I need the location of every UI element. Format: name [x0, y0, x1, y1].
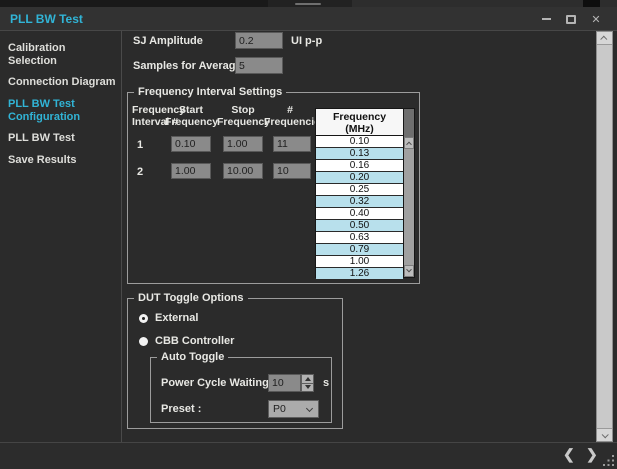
chevron-up-icon — [600, 35, 607, 42]
close-icon: ✕ — [591, 13, 600, 26]
sidebar-item-save-results[interactable]: Save Results — [0, 150, 121, 171]
window-top-edge — [0, 0, 617, 7]
interval-2-start-input[interactable] — [171, 163, 211, 179]
frequency-table-row[interactable]: 0.10 — [316, 136, 403, 148]
minimize-icon — [542, 18, 551, 20]
close-button[interactable]: ✕ — [587, 11, 605, 27]
dut-toggle-options-group: DUT Toggle Options External CBB Controll… — [127, 298, 343, 429]
vertical-scrollbar[interactable] — [596, 31, 613, 442]
frequency-table-row[interactable]: 1.26 — [316, 268, 403, 279]
next-page-button[interactable]: ❯ — [586, 446, 598, 463]
bottom-bar: ❮ ❯ — [0, 442, 617, 469]
power-cycle-waiting-input[interactable] — [268, 374, 301, 392]
column-header-start-frequency: StartFrequency — [165, 104, 217, 128]
power-cycle-waiting-unit: s — [323, 377, 329, 389]
power-cycle-waiting-spinner — [268, 374, 314, 392]
previous-page-button[interactable]: ❮ — [563, 446, 575, 463]
interval-2-count-input[interactable] — [273, 163, 311, 179]
minimize-button[interactable] — [537, 11, 555, 27]
radio-external[interactable]: External — [139, 312, 198, 324]
sidebar: Calibration Selection Connection Diagram… — [0, 31, 122, 442]
drag-handle-icon — [295, 3, 321, 5]
maximize-icon — [566, 15, 576, 24]
frequency-table-row[interactable]: 0.63 — [316, 232, 403, 244]
radio-selected-icon — [139, 314, 148, 323]
sj-amplitude-input[interactable] — [235, 32, 283, 49]
frequency-table-scrollbar-gap — [404, 109, 414, 137]
column-header-stop-frequency: StopFrequency — [217, 104, 269, 128]
radio-external-label: External — [155, 312, 198, 324]
preset-label: Preset : — [161, 403, 201, 415]
sj-amplitude-label: SJ Amplitude — [133, 35, 203, 47]
dropdown-chevron-icon — [306, 405, 313, 412]
frequency-interval-settings-group: Frequency Interval Settings FrequencyInt… — [127, 92, 420, 284]
frequency-table-row[interactable]: 0.32 — [316, 196, 403, 208]
window-edge-notch — [583, 0, 600, 7]
frequency-table-header: Frequency(MHz) — [316, 109, 403, 136]
interval-1-count-input[interactable] — [273, 136, 311, 152]
spinner-down-button[interactable] — [301, 384, 314, 393]
radio-cbb-controller-label: CBB Controller — [155, 335, 234, 347]
frequency-table-row[interactable]: 0.25 — [316, 184, 403, 196]
sj-amplitude-unit: UI p-p — [291, 35, 322, 47]
drag-handle[interactable] — [268, 0, 352, 7]
sidebar-item-calibration-selection[interactable]: Calibration Selection — [0, 38, 121, 72]
interval-2-number: 2 — [137, 166, 143, 178]
frequency-table: Frequency(MHz) 0.10 0.13 0.16 0.20 0.25 … — [315, 108, 415, 278]
titlebar: PLL BW Test ✕ — [0, 7, 617, 31]
preset-dropdown-value: P0 — [273, 403, 286, 415]
auto-toggle-group: Auto Toggle Power Cycle Waiting : s Pres… — [150, 357, 332, 423]
chevron-up-icon — [406, 142, 412, 148]
spinner-up-button[interactable] — [301, 374, 314, 384]
radio-cbb-controller[interactable]: CBB Controller — [139, 335, 234, 347]
triangle-up-icon — [305, 377, 311, 381]
maximize-button[interactable] — [562, 11, 580, 27]
interval-2-stop-input[interactable] — [223, 163, 263, 179]
frequency-table-row[interactable]: 0.79 — [316, 244, 403, 256]
chevron-down-icon — [602, 431, 609, 438]
scroll-up-button[interactable] — [597, 32, 612, 45]
interval-1-stop-input[interactable] — [223, 136, 263, 152]
power-cycle-waiting-label: Power Cycle Waiting : — [161, 377, 276, 389]
frequency-table-row[interactable]: 0.50 — [316, 220, 403, 232]
sidebar-item-pll-bw-test[interactable]: PLL BW Test — [0, 128, 121, 149]
frequency-table-scrollbar[interactable] — [403, 109, 414, 277]
sidebar-item-connection-diagram[interactable]: Connection Diagram — [0, 72, 121, 93]
resize-grip[interactable] — [602, 454, 615, 467]
frequency-table-scroll-track[interactable] — [404, 149, 414, 265]
frequency-table-row[interactable]: 0.13 — [316, 148, 403, 160]
interval-1-start-input[interactable] — [171, 136, 211, 152]
triangle-down-icon — [305, 385, 311, 389]
window-title: PLL BW Test — [10, 12, 83, 26]
column-header-num-frequencies: #Frequencies — [264, 104, 316, 128]
window-top-edge-dark — [0, 0, 268, 7]
resize-grip-icon — [603, 464, 605, 466]
scrollbar-thumb[interactable] — [597, 45, 612, 428]
samples-for-averaging-input[interactable] — [235, 57, 283, 74]
scroll-down-button[interactable] — [597, 428, 612, 441]
dut-toggle-options-title: DUT Toggle Options — [134, 292, 248, 304]
frequency-table-scroll-down-button[interactable] — [404, 265, 414, 277]
frequency-interval-settings-title: Frequency Interval Settings — [134, 86, 286, 98]
frequency-table-scroll-up-button[interactable] — [404, 137, 414, 149]
frequency-table-row[interactable]: 0.40 — [316, 208, 403, 220]
chevron-down-icon — [406, 267, 412, 273]
preset-dropdown[interactable]: P0 — [268, 400, 319, 418]
sidebar-item-pll-bw-test-configuration[interactable]: PLL BW Test Configuration — [0, 94, 121, 128]
auto-toggle-title: Auto Toggle — [157, 351, 228, 363]
frequency-table-row[interactable]: 0.20 — [316, 172, 403, 184]
frequency-table-rows: 0.10 0.13 0.16 0.20 0.25 0.32 0.40 0.50 … — [316, 136, 403, 279]
radio-unselected-icon — [139, 337, 148, 346]
frequency-table-row[interactable]: 1.00 — [316, 256, 403, 268]
interval-1-number: 1 — [137, 139, 143, 151]
frequency-table-row[interactable]: 0.16 — [316, 160, 403, 172]
